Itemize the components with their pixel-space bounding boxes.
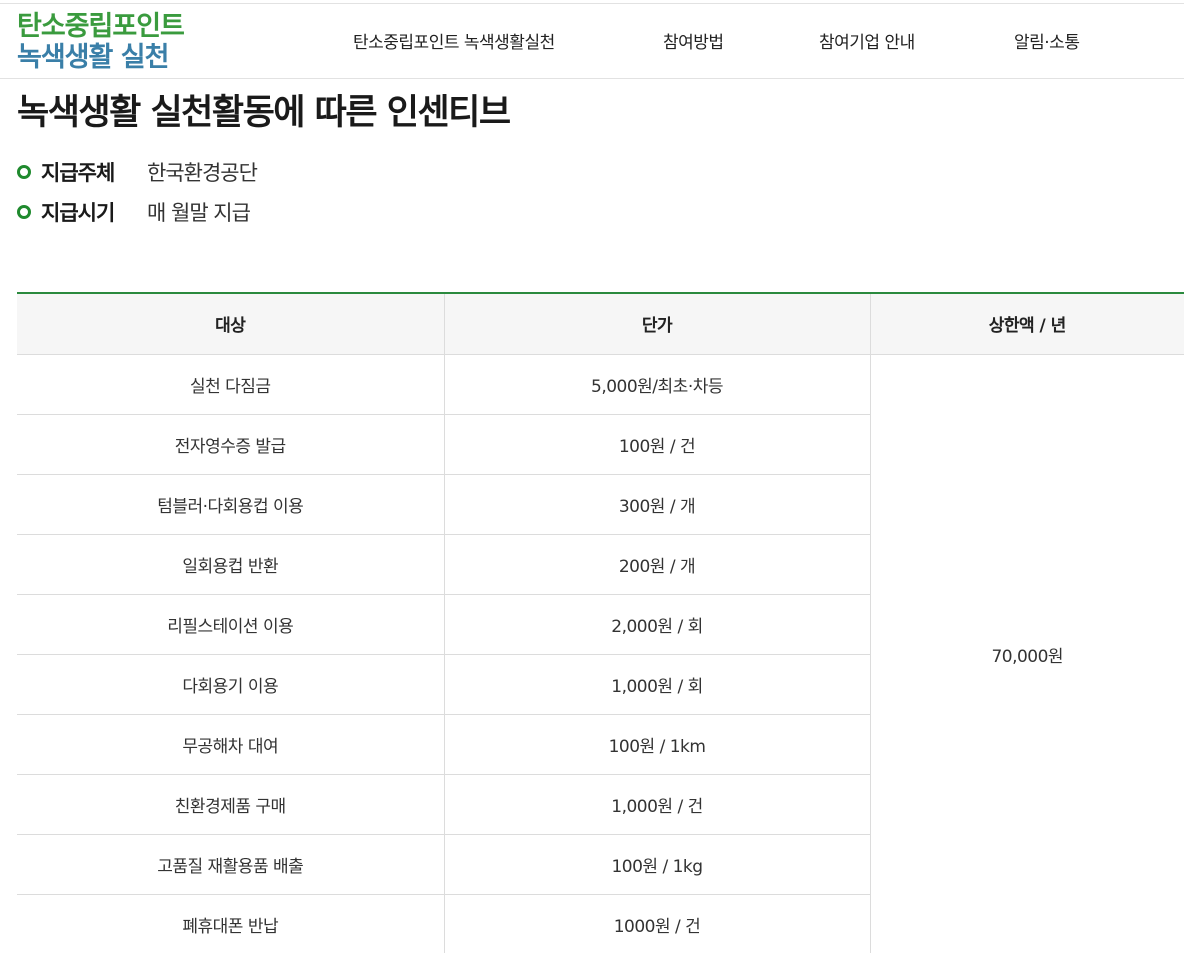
cell-target: 전자영수증 발급 (17, 414, 444, 475)
cell-price: 100원 / 건 (443, 414, 870, 475)
cell-target: 텀블러·다회용컵 이용 (17, 474, 444, 535)
logo-line2: 녹색생활 실천 (17, 42, 169, 73)
info-row-timing: 지급시기 매 월말 지급 (17, 197, 617, 227)
nav-item-participation[interactable]: 참여방법 (663, 28, 724, 53)
incentive-table: 대상 단가 상한액 / 년 실천 다짐금 5,000원/최초·차등 70,000… (17, 292, 1184, 953)
logo-line1: 탄소중립포인트 (17, 11, 185, 42)
cell-target: 다회용기 이용 (17, 654, 444, 715)
cell-price: 300원 / 개 (443, 474, 870, 535)
cell-target: 고품질 재활용품 배출 (17, 834, 444, 895)
cell-target: 리필스테이션 이용 (17, 594, 444, 655)
bullet-icon (17, 165, 31, 179)
cell-price: 200원 / 개 (443, 534, 870, 595)
cell-annual-limit: 70,000원 (869, 354, 1184, 953)
info-row-payer: 지급주체 한국환경공단 (17, 157, 617, 187)
cell-target: 실천 다짐금 (17, 354, 444, 415)
cell-price: 2,000원 / 회 (443, 594, 870, 655)
column-header-limit: 상한액 / 년 (869, 294, 1184, 355)
cell-target: 친환경제품 구매 (17, 774, 444, 835)
cell-price: 5,000원/최초·차등 (443, 354, 870, 415)
cell-target: 무공해차 대여 (17, 714, 444, 775)
cell-price: 1,000원 / 건 (443, 774, 870, 835)
table-header-row: 대상 단가 상한액 / 년 (17, 294, 1184, 355)
table-row: 실천 다짐금 5,000원/최초·차등 70,000원 (17, 354, 1184, 953)
bullet-icon (17, 205, 31, 219)
info-value: 매 월말 지급 (147, 201, 251, 225)
nav-item-companies[interactable]: 참여기업 안내 (819, 28, 915, 53)
info-key: 지급시기 (41, 201, 115, 225)
cell-price: 1000원 / 건 (443, 894, 870, 953)
cell-target: 폐휴대폰 반납 (182, 916, 279, 937)
info-value: 한국환경공단 (147, 161, 258, 185)
nav-item-green-life[interactable]: 탄소중립포인트 녹색생활실천 (353, 28, 555, 53)
cell-price: 1,000원 / 회 (443, 654, 870, 715)
cell-price: 100원 / 1km (443, 714, 870, 775)
column-header-target: 대상 (17, 294, 444, 355)
site-header: 탄소중립포인트 녹색생활 실천 탄소중립포인트 녹색생활실천 참여방법 참여기업… (0, 4, 1184, 79)
page-title: 녹색생활 실천활동에 따른 인센티브 (17, 93, 511, 133)
nav-item-notice[interactable]: 알림·소통 (1014, 28, 1080, 53)
column-header-price: 단가 (443, 294, 870, 355)
cell-price: 100원 / 1kg (443, 834, 870, 895)
info-key: 지급주체 (41, 161, 115, 185)
site-logo[interactable]: 탄소중립포인트 녹색생활 실천 (17, 11, 185, 73)
cell-target: 일회용컵 반환 (17, 534, 444, 595)
